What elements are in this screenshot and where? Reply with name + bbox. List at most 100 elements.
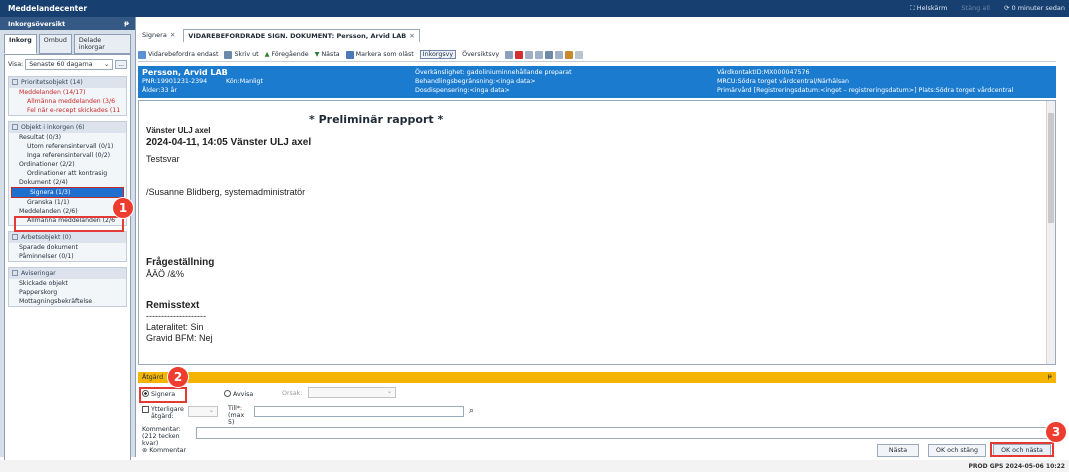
group-header[interactable]: Arbetsobjekt (0) xyxy=(9,232,126,243)
dose-dispensing: Dosdispensering:<inga data> xyxy=(415,87,510,94)
tree-item-allmanna[interactable]: Allmänna meddelanden (3/6 xyxy=(9,97,126,106)
arrow-down-icon: ▼ xyxy=(314,51,320,58)
toolbar-icons xyxy=(505,50,584,59)
tree-item-utom-ref[interactable]: Utom referensintervall (0/1) xyxy=(9,142,126,151)
collapse-icon xyxy=(12,234,18,240)
ok-close-button[interactable]: OK och stäng xyxy=(928,444,986,457)
mark-unread-button[interactable]: Markera som oläst xyxy=(345,50,414,59)
report-heading: Frågeställning xyxy=(146,257,215,268)
allergy-info: Överkänslighet: gadoliniuminnehållande p… xyxy=(415,69,572,76)
refresh-icon: ⟳ xyxy=(1003,4,1010,12)
report-line: Lateralitet: Sin xyxy=(146,322,204,332)
radio-off-icon xyxy=(224,390,231,397)
checkbox-icon xyxy=(142,406,149,413)
search-icon[interactable] xyxy=(525,50,534,59)
group-arbetsobjekt: Arbetsobjekt (0) Sparade dokument Påminn… xyxy=(8,231,127,262)
group-header[interactable]: Objekt i inkorgen (6) xyxy=(9,122,126,133)
refresh-button[interactable]: ⟳ 0 minuter sedan xyxy=(1004,4,1065,13)
fullscreen-button[interactable]: ⛶ Helskärm xyxy=(910,4,947,13)
document-icon[interactable] xyxy=(505,50,514,59)
tree-item-signera[interactable]: Signera (1/3) xyxy=(11,187,124,198)
ytterligare-checkbox[interactable] xyxy=(142,406,151,414)
group-header[interactable]: Aviseringar xyxy=(9,268,126,279)
visa-more-button[interactable]: ... xyxy=(115,60,127,69)
delete-icon[interactable] xyxy=(515,50,524,59)
inbox-view-button[interactable]: Inkorgsvy xyxy=(419,50,457,59)
inbox-panel-header: Inkorgsöversikt ᵽ xyxy=(0,17,135,30)
chevron-down-icon: ⌄ xyxy=(208,407,214,414)
overview-button[interactable]: Översiktsvy xyxy=(462,51,499,58)
close-icon[interactable]: ✕ xyxy=(170,31,175,39)
print-icon[interactable] xyxy=(545,50,554,59)
tree-item-kontrasig[interactable]: Ordinationer att kontrasig xyxy=(9,169,126,178)
fullscreen-icon: ⛶ xyxy=(910,4,915,12)
book-icon[interactable] xyxy=(565,50,574,59)
avvisa-radio[interactable]: Avvisa xyxy=(224,390,253,398)
report-line: 2024-04-11, 14:05 Vänster ULJ axel xyxy=(146,137,312,148)
group-prioritetsobjekt: Prioritetsobjekt (14) Meddelanden (14/17… xyxy=(8,76,127,116)
primary-care: Primärvård [Registreringsdatum:<inget – … xyxy=(717,87,1014,94)
step-badge-1: 1 xyxy=(112,197,134,219)
pin-icon[interactable]: ᵽ xyxy=(124,19,129,27)
step-badge-2: 2 xyxy=(167,366,189,388)
forward-icon xyxy=(138,50,146,59)
mark-unread-icon xyxy=(345,50,354,59)
report-heading: Remisstext xyxy=(146,300,200,311)
binoculars-icon[interactable]: ⌕ xyxy=(469,406,474,416)
forward-only-button[interactable]: Vidarebefordra endast xyxy=(138,50,218,59)
report-title: * Preliminär rapport * xyxy=(309,113,444,126)
report-line: Vänster ULJ axel xyxy=(146,126,211,135)
list-icon[interactable] xyxy=(555,50,564,59)
collapse-icon xyxy=(12,270,18,276)
tab-delade-inkorgar[interactable]: Delade inkorgar xyxy=(73,34,131,54)
group-objekt-i-inkorgen: Objekt i inkorgen (6) Resultat (0/3) Uto… xyxy=(8,121,127,226)
tree-item-ordinationer[interactable]: Ordinationer (2/2) xyxy=(9,160,126,169)
tab-ombud[interactable]: Ombud xyxy=(38,34,72,54)
visa-select[interactable]: Senaste 60 dagarna ⌄ xyxy=(25,59,114,70)
tab-vidarebefordrade[interactable]: VIDAREBEFORDRADE SIGN. DOKUMENT: Persson… xyxy=(183,28,420,42)
tree-item-meddelanden[interactable]: Meddelanden (14/17) xyxy=(9,88,126,97)
next-action-button[interactable]: Nästa xyxy=(877,444,919,457)
tree-item-resultat[interactable]: Resultat (0/3) xyxy=(9,133,126,142)
arrow-up-icon: ▲ xyxy=(264,51,270,58)
group-header[interactable]: Prioritetsobjekt (14) xyxy=(9,77,126,88)
action-panel: Signera Avvisa Orsak: ⌄ Ytterligare åtgä… xyxy=(138,385,1056,457)
step-badge-3: 3 xyxy=(1045,421,1067,443)
next-button[interactable]: ▼ Nästa xyxy=(315,51,340,58)
inbox-tree: Visa: Senaste 60 dagarna ⌄ ... Prioritets… xyxy=(4,54,131,462)
tree-item-fel-erecept[interactable]: Fel när e-recept skickades (11 xyxy=(9,106,126,115)
close-all-link[interactable]: Stäng all xyxy=(961,4,990,13)
tree-item-dokument[interactable]: Dokument (2/4) xyxy=(9,178,126,187)
previous-button[interactable]: ▲ Föregående xyxy=(265,51,309,58)
tree-item-granska[interactable]: Granska (1/1) xyxy=(9,198,126,207)
till-input[interactable] xyxy=(254,406,464,417)
tree-item-sparade[interactable]: Sparade dokument xyxy=(9,243,126,252)
ytterligare-select[interactable]: ⌄ xyxy=(188,406,218,417)
heart-icon[interactable] xyxy=(575,50,584,59)
print-button[interactable]: Skriv ut xyxy=(224,50,259,59)
ytterligare-label: Ytterligare åtgärd: xyxy=(151,406,184,420)
tree-item-skickade[interactable]: Skickade objekt xyxy=(9,279,126,288)
tree-item-paminnelser[interactable]: Påminnelser (0/1) xyxy=(9,252,126,261)
scroll-thumb[interactable] xyxy=(1048,113,1054,223)
tab-signera[interactable]: Signera ✕ xyxy=(138,29,179,41)
status-text: PROD GPS 2024-05-06 10:22 xyxy=(968,463,1066,470)
orsak-label: Orsak: xyxy=(282,390,303,397)
highlight-signera-radio xyxy=(139,387,187,403)
copy-icon[interactable] xyxy=(535,50,544,59)
orsak-select[interactable]: ⌄ xyxy=(308,387,396,398)
tree-item-meddelanden-2[interactable]: Meddelanden (2/6) xyxy=(9,207,126,216)
tree-item-inga-ref[interactable]: Inga referensintervall (0/2) xyxy=(9,151,126,160)
tree-item-mottagning[interactable]: Mottagningsbekräftelse xyxy=(9,297,126,306)
kommentar-link[interactable]: ⊛ Kommentar xyxy=(142,447,186,454)
group-aviseringar: Aviseringar Skickade objekt Papperskorg … xyxy=(8,267,127,307)
patient-name[interactable]: Persson, Arvid LAB xyxy=(142,68,228,77)
report-view[interactable]: * Preliminär rapport * Vänster ULJ axel … xyxy=(138,100,1056,365)
kommentar-input[interactable] xyxy=(196,427,1054,439)
tree-item-papperskorg[interactable]: Papperskorg xyxy=(9,288,126,297)
close-icon[interactable]: ✕ xyxy=(409,32,414,40)
pin-icon[interactable]: ᵽ xyxy=(1048,373,1052,380)
report-scrollbar[interactable] xyxy=(1046,101,1055,364)
tab-inkorg[interactable]: Inkorg xyxy=(4,34,37,54)
visa-label: Visa: xyxy=(8,61,24,68)
